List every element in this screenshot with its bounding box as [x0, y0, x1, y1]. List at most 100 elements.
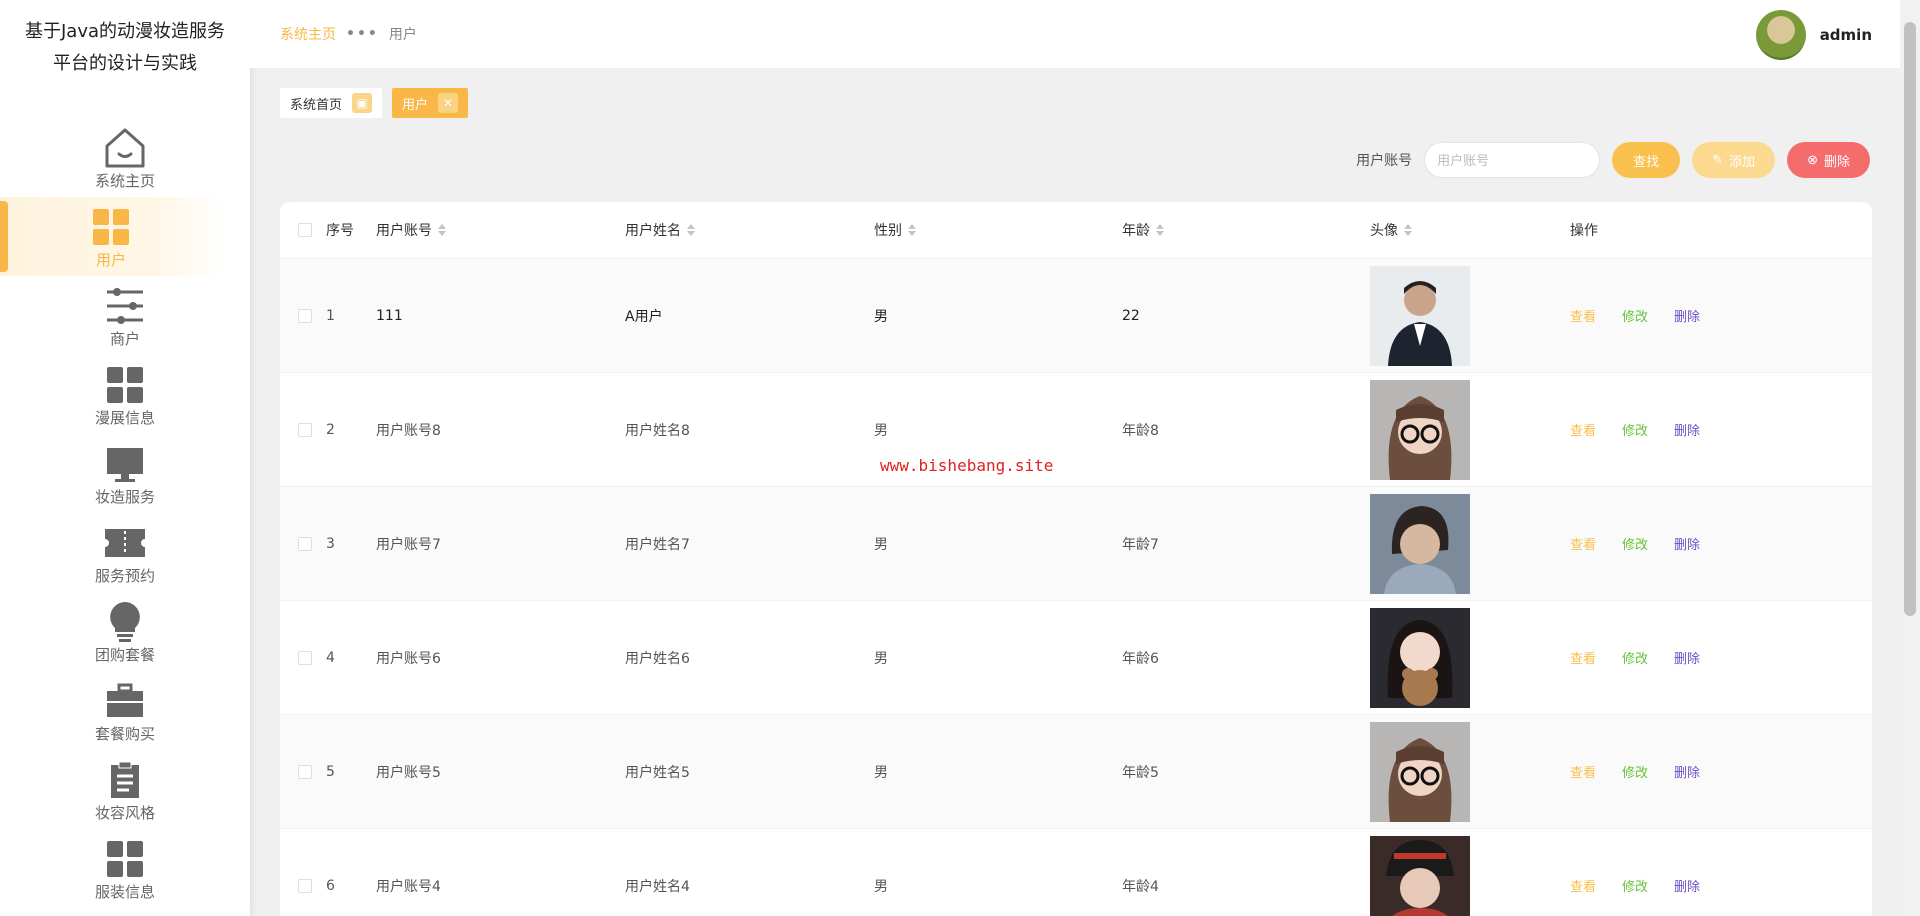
row-checkbox[interactable]: [298, 536, 312, 551]
close-icon[interactable]: ✕: [438, 93, 459, 113]
sidebar-item-home[interactable]: 系统主页: [0, 118, 250, 197]
view-link[interactable]: 查看: [1570, 876, 1596, 895]
sidebar-item-expo-info[interactable]: 漫展信息: [0, 355, 250, 434]
row-checkbox[interactable]: [298, 650, 312, 665]
batch-delete-button-label: 删除: [1823, 153, 1850, 169]
row-age: 年龄5: [1122, 764, 1159, 781]
tab-icon: ▣: [352, 93, 373, 113]
close-circle-icon: ⊗: [1807, 152, 1818, 167]
clipboard-icon: [103, 758, 147, 802]
avatar-photo[interactable]: [1370, 721, 1470, 822]
sidebar-item-costume-info[interactable]: 服装信息: [0, 829, 250, 908]
sort-icon[interactable]: [438, 224, 446, 236]
row-checkbox-cell: [284, 308, 326, 323]
header-age[interactable]: 年龄: [1122, 220, 1370, 240]
sidebar-item-makeup-service[interactable]: 妆造服务: [0, 434, 250, 513]
avatar[interactable]: [1755, 10, 1806, 60]
delete-link[interactable]: 删除: [1674, 306, 1700, 325]
avatar-photo[interactable]: [1370, 493, 1470, 594]
edit-link[interactable]: 修改: [1622, 420, 1648, 439]
header-name-label: 用户姓名: [625, 223, 681, 239]
sidebar-item-merchants[interactable]: 商户: [0, 276, 250, 355]
row-age: 年龄4: [1122, 878, 1159, 895]
tab-label: 用户: [402, 97, 429, 113]
avatar-photo[interactable]: [1370, 835, 1470, 916]
table-row: 3 用户账号7 用户姓名7 男 年龄7 查看 修改 删除: [280, 487, 1872, 601]
table-body: 1 111 A用户 男 22 查看 修改 删除 2 用户账号8 用户姓名8 男 …: [280, 259, 1872, 916]
sort-icon[interactable]: [1156, 224, 1164, 236]
delete-link[interactable]: 删除: [1674, 876, 1700, 895]
select-all-checkbox[interactable]: [298, 223, 312, 237]
view-link[interactable]: 查看: [1570, 762, 1596, 781]
table-row: 6 用户账号4 用户姓名4 男 年龄4 查看 修改 删除: [280, 829, 1872, 916]
view-link[interactable]: 查看: [1570, 534, 1596, 553]
username[interactable]: admin: [1820, 26, 1872, 44]
row-checkbox[interactable]: [298, 308, 312, 323]
edit-link[interactable]: 修改: [1622, 762, 1648, 781]
header-name[interactable]: 用户姓名: [625, 220, 874, 240]
row-gender: 男: [874, 422, 888, 439]
table-row: 2 用户账号8 用户姓名8 男 年龄8 查看 修改 删除: [280, 373, 1872, 487]
sort-icon[interactable]: [908, 224, 916, 236]
sort-icon[interactable]: [1404, 224, 1412, 236]
sort-icon[interactable]: [687, 224, 695, 236]
row-name: 用户姓名6: [625, 650, 690, 667]
header-avatar[interactable]: 头像: [1370, 220, 1570, 240]
row-checkbox[interactable]: [298, 422, 312, 437]
tab-home[interactable]: 系统首页 ▣: [280, 88, 383, 118]
row-index: 1: [326, 307, 335, 324]
users-table: 序号 用户账号 用户姓名 性别 年龄 头像 操作 1 111 A用户 男 22 …: [280, 202, 1872, 916]
sidebar-item-package-purchase[interactable]: 套餐购买: [0, 671, 250, 750]
sidebar-item-label: 服装信息: [94, 882, 155, 901]
header-index-label: 序号: [326, 223, 354, 239]
batch-delete-button[interactable]: ⊗ 删除: [1787, 142, 1870, 178]
header-account[interactable]: 用户账号: [376, 220, 625, 240]
edit-link[interactable]: 修改: [1622, 306, 1648, 325]
sidebar-item-appointment[interactable]: 服务预约: [0, 513, 250, 592]
row-age: 年龄8: [1122, 422, 1159, 439]
row-checkbox[interactable]: [298, 878, 312, 893]
user-menu[interactable]: admin: [1755, 10, 1872, 60]
add-button[interactable]: ✎ 添加: [1692, 142, 1776, 178]
header-gender[interactable]: 性别: [874, 220, 1122, 240]
grid-icon: [103, 363, 147, 407]
page-scrollbar[interactable]: [1900, 0, 1920, 916]
sidebar-item-users[interactable]: 用户: [0, 197, 222, 276]
header-age-label: 年龄: [1122, 223, 1150, 239]
avatar-photo[interactable]: [1370, 607, 1470, 708]
breadcrumb-current: 用户: [388, 27, 417, 43]
sliders-icon: [103, 284, 147, 328]
edit-link[interactable]: 修改: [1622, 648, 1648, 667]
sidebar-item-group-package[interactable]: 团购套餐: [0, 592, 250, 671]
scrollbar-thumb[interactable]: [1904, 22, 1916, 616]
ticket-icon: [103, 521, 147, 565]
edit-link[interactable]: 修改: [1622, 876, 1648, 895]
search-input[interactable]: [1424, 142, 1601, 178]
row-gender: 男: [874, 536, 888, 553]
sidebar-item-makeup-style[interactable]: 妆容风格: [0, 750, 250, 829]
select-all-cell: [284, 223, 326, 237]
sidebar-item-label: 漫展信息: [94, 408, 155, 427]
view-link[interactable]: 查看: [1570, 420, 1596, 439]
row-account: 用户账号7: [376, 536, 441, 553]
row-checkbox[interactable]: [298, 764, 312, 779]
avatar-photo[interactable]: [1370, 265, 1470, 366]
breadcrumb-home[interactable]: 系统主页: [280, 24, 336, 44]
row-account: 111: [376, 307, 403, 324]
view-link[interactable]: 查看: [1570, 306, 1596, 325]
sidebar-item-label: 团购套餐: [94, 645, 155, 664]
delete-link[interactable]: 删除: [1674, 762, 1700, 781]
row-gender: 男: [874, 764, 888, 781]
delete-link[interactable]: 删除: [1674, 420, 1700, 439]
row-name: 用户姓名8: [625, 422, 690, 439]
delete-link[interactable]: 删除: [1674, 534, 1700, 553]
tab-users[interactable]: 用户 ✕: [392, 88, 469, 118]
table-row: 5 用户账号5 用户姓名5 男 年龄5 查看 修改 删除: [280, 715, 1872, 829]
row-age: 年龄6: [1122, 650, 1159, 667]
search-button[interactable]: 查找: [1612, 142, 1681, 178]
tab-bar: 系统首页 ▣ 用户 ✕: [280, 88, 469, 118]
edit-link[interactable]: 修改: [1622, 534, 1648, 553]
delete-link[interactable]: 删除: [1674, 648, 1700, 667]
avatar-photo[interactable]: [1370, 379, 1470, 480]
view-link[interactable]: 查看: [1570, 648, 1596, 667]
